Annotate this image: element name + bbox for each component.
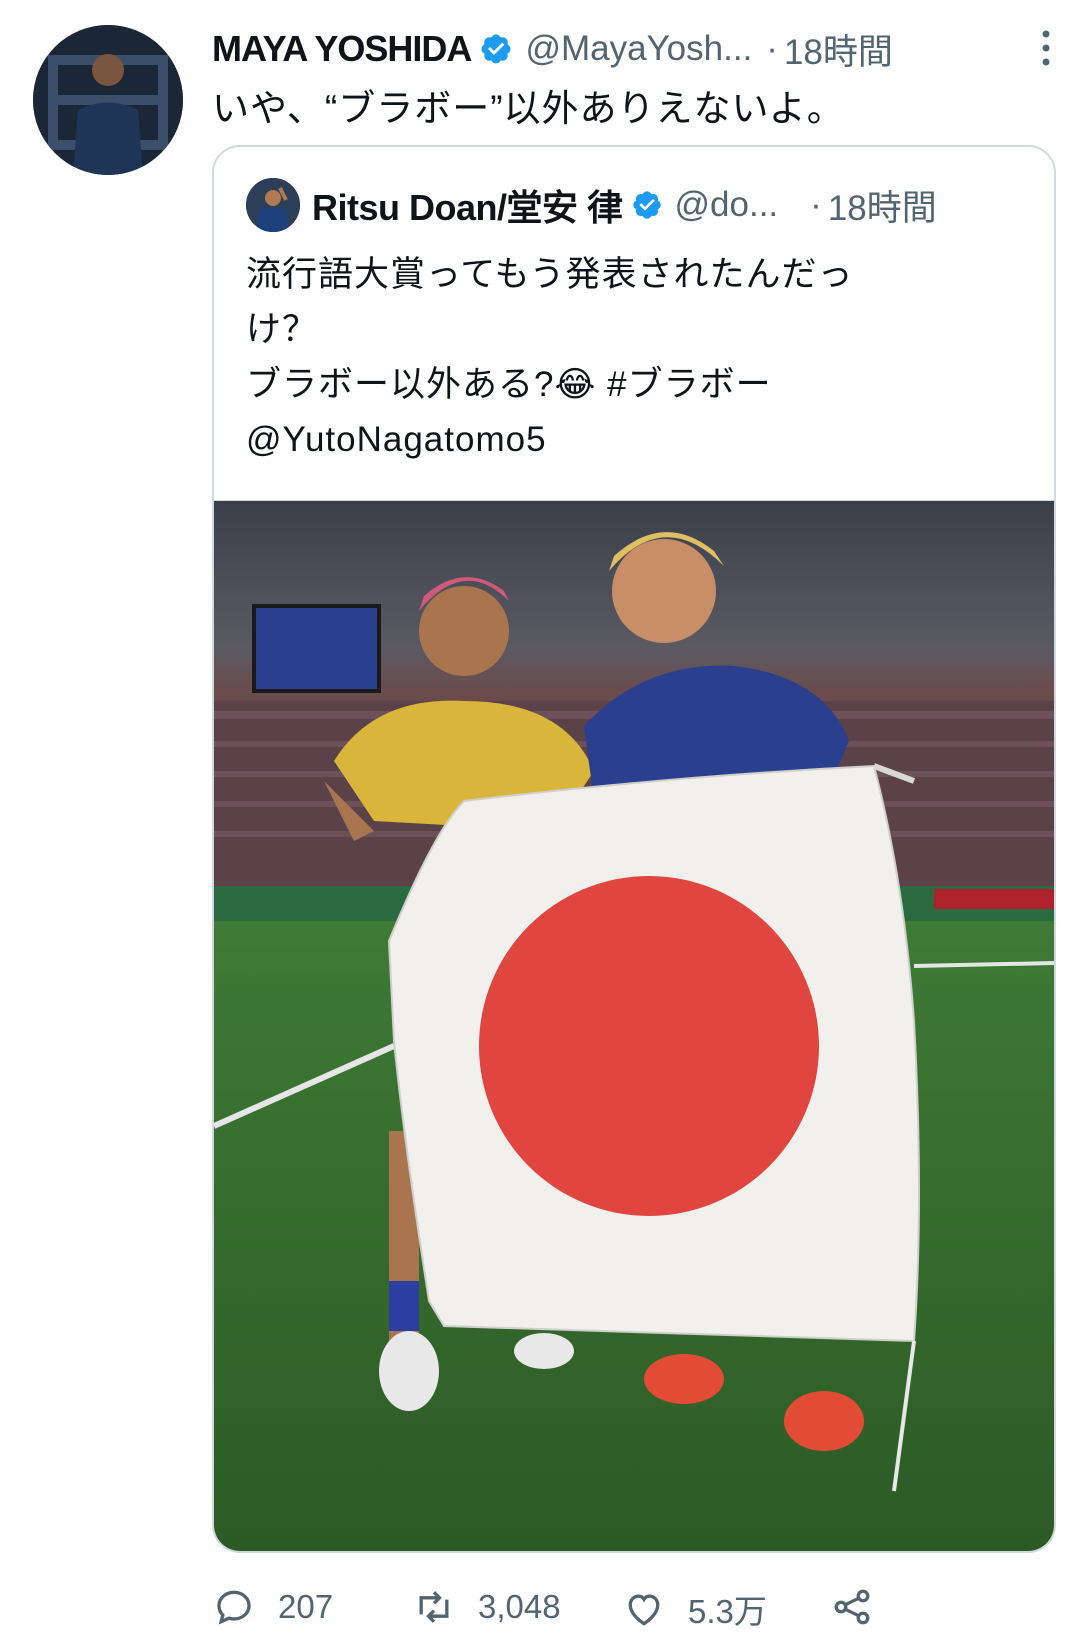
retweet-button[interactable]: 3,048 bbox=[412, 1585, 561, 1629]
quoted-author-name[interactable]: Ritsu Doan/堂安 律 bbox=[312, 179, 623, 231]
more-vertical-icon[interactable] bbox=[1040, 28, 1052, 68]
share-button[interactable] bbox=[830, 1585, 874, 1629]
heart-icon bbox=[628, 1594, 660, 1626]
reply-count: 207 bbox=[278, 1588, 334, 1625]
author-avatar[interactable] bbox=[33, 25, 183, 175]
tweet-actions: 207 3,048 5.3万 bbox=[212, 1585, 1040, 1635]
share-icon bbox=[834, 1589, 870, 1625]
retweet-count: 3,048 bbox=[478, 1588, 561, 1625]
quoted-author-handle[interactable]: @do... bbox=[675, 185, 779, 225]
author-name[interactable]: MAYA YOSHIDA bbox=[212, 28, 472, 70]
quoted-tweet-time: 18時間 bbox=[827, 188, 937, 228]
separator-dot: · bbox=[766, 29, 778, 68]
tweet-photo[interactable] bbox=[214, 500, 1054, 1553]
quoted-text-line: 流行語大賞ってもう発表されたんだっ bbox=[246, 255, 854, 294]
mention-link[interactable]: @YutoNagatomo5 bbox=[246, 412, 1014, 467]
quoted-author-avatar[interactable] bbox=[246, 178, 300, 232]
quoted-tweet-text: 流行語大賞ってもう発表されたんだっ け？ ブラボー以外ある?😂 #ブラボー @Y… bbox=[246, 247, 1014, 467]
tweet-time[interactable]: 18時間 bbox=[784, 24, 893, 75]
author-handle[interactable]: @MayaYosh... bbox=[525, 29, 752, 69]
hashtag-link[interactable]: #ブラボー bbox=[607, 365, 771, 404]
quoted-text-fragment: ブラボー以外ある? bbox=[246, 365, 555, 404]
retweet-icon bbox=[419, 1591, 449, 1623]
quoted-text-line: け？ bbox=[246, 310, 319, 349]
reply-button[interactable]: 207 bbox=[212, 1585, 333, 1629]
tweet-text: いや、“ブラボー”以外ありえないよ。 bbox=[212, 88, 845, 129]
quoted-text-line: ブラボー以外ある?😂 #ブラボー bbox=[246, 357, 1014, 412]
like-count: 5.3万 bbox=[688, 1593, 767, 1630]
reply-icon bbox=[217, 1590, 251, 1625]
crying-laughing-emoji: 😂 bbox=[554, 365, 597, 404]
like-button[interactable]: 5.3万 bbox=[622, 1585, 767, 1633]
quoted-tweet-header: Ritsu Doan/堂安 律 @do... · 18時間 bbox=[246, 177, 1030, 233]
tweet-header: MAYA YOSHIDA @MayaYosh... · 18時間 bbox=[212, 24, 1060, 74]
verified-badge-icon bbox=[481, 34, 511, 64]
separator-dot: · bbox=[810, 185, 822, 224]
verified-badge-icon bbox=[632, 191, 661, 219]
quoted-tweet[interactable]: Ritsu Doan/堂安 律 @do... · 18時間 流行語大賞ってもう発… bbox=[212, 145, 1056, 1553]
